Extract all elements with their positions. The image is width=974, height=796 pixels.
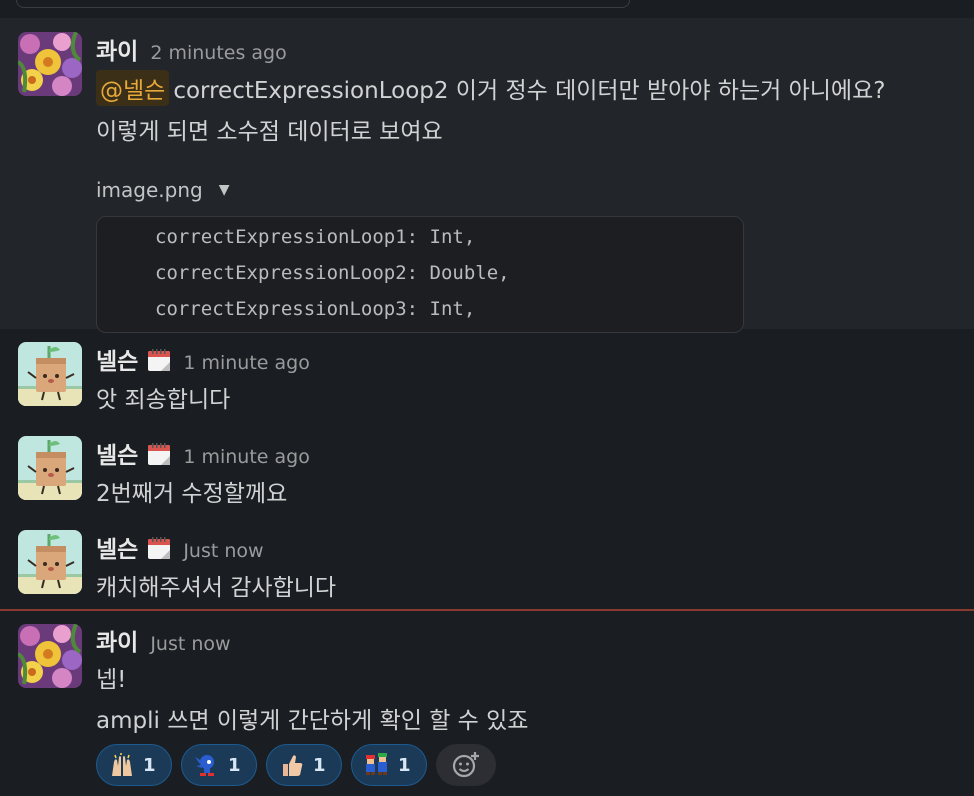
author-name[interactable]: 넬슨 bbox=[96, 342, 138, 376]
add-emoji-icon bbox=[452, 752, 479, 778]
timestamp[interactable]: 1 minute ago bbox=[183, 446, 310, 468]
mario-luigi-icon bbox=[366, 753, 387, 775]
reaction-raised-hands[interactable]: 1 bbox=[96, 744, 172, 786]
message-item[interactable]: 넬슨 1 minute ago 앗 죄송합니다 bbox=[0, 330, 974, 424]
timestamp[interactable]: Just now bbox=[150, 633, 230, 655]
reaction-count: 1 bbox=[228, 754, 241, 776]
avatar-image bbox=[18, 436, 82, 500]
message-text-line: correctExpressionLoop2 이거 정수 데이터만 받아야 하는… bbox=[173, 78, 886, 104]
avatar[interactable] bbox=[18, 436, 82, 500]
avatar-image bbox=[18, 342, 82, 406]
avatar[interactable] bbox=[18, 530, 82, 594]
reaction-count: 1 bbox=[313, 754, 326, 776]
reaction-count: 1 bbox=[143, 754, 156, 776]
code-line: correctExpressionLoop2: Double, bbox=[155, 262, 510, 284]
avatar[interactable] bbox=[18, 32, 82, 96]
message-text: @넬슨 correctExpressionLoop2 이거 정수 데이터만 받아야… bbox=[96, 70, 885, 106]
message-text-line: 넵! bbox=[96, 667, 127, 693]
thumbs-up-icon bbox=[283, 755, 303, 776]
code-line: correctExpressionLoop1: Int, bbox=[155, 226, 476, 248]
message-item[interactable]: 콰이 2 minutes ago @넬슨 correctExpressionLoo… bbox=[0, 18, 974, 333]
reaction-sonic[interactable]: 1 bbox=[181, 744, 257, 786]
avatar-image bbox=[18, 530, 82, 594]
add-reaction-button[interactable] bbox=[436, 744, 496, 786]
message-text-line: ampli 쓰면 이렇게 간단하게 확인 할 수 있죠 bbox=[96, 708, 529, 734]
avatar[interactable] bbox=[18, 624, 82, 688]
reaction-mario-luigi[interactable]: 1 bbox=[351, 744, 427, 786]
sonic-icon bbox=[195, 755, 214, 776]
raised-hands-icon bbox=[112, 753, 132, 776]
calendar-status-icon bbox=[147, 442, 171, 466]
message-text-line: 이렇게 되면 소수점 데이터로 보여요 bbox=[96, 119, 443, 145]
avatar-image bbox=[18, 32, 82, 96]
file-header[interactable]: image.png ▼ bbox=[96, 178, 230, 202]
message-item[interactable]: 넬슨 Just now 캐치해주셔서 감사합니다 bbox=[0, 518, 974, 608]
timestamp[interactable]: Just now bbox=[183, 540, 263, 562]
chevron-down-icon[interactable]: ▼ bbox=[219, 182, 230, 198]
message-item[interactable]: 넬슨 1 minute ago 2번째거 수정할께요 bbox=[0, 424, 974, 518]
message-text-line: 앗 죄송합니다 bbox=[96, 387, 231, 413]
author-name[interactable]: 넬슨 bbox=[96, 530, 138, 564]
reaction-thumbs-up[interactable]: 1 bbox=[266, 744, 342, 786]
timestamp[interactable]: 2 minutes ago bbox=[150, 42, 286, 64]
code-line: correctExpressionLoop3: Int, bbox=[155, 298, 476, 320]
message-text-line: 2번째거 수정할께요 bbox=[96, 481, 288, 507]
user-mention[interactable]: @넬슨 bbox=[96, 70, 170, 106]
avatar[interactable] bbox=[18, 342, 82, 406]
message-text-line: 캐치해주셔서 감사합니다 bbox=[96, 575, 337, 601]
reaction-count: 1 bbox=[398, 754, 411, 776]
timestamp[interactable]: 1 minute ago bbox=[183, 352, 310, 374]
avatar-image bbox=[18, 624, 82, 688]
calendar-status-icon bbox=[147, 536, 171, 560]
reactions-bar: 1 1 1 1 bbox=[96, 744, 496, 786]
file-name[interactable]: image.png bbox=[96, 178, 203, 202]
author-name[interactable]: 콰이 bbox=[96, 623, 138, 657]
author-name[interactable]: 콰이 bbox=[96, 32, 138, 66]
previous-message-box bbox=[16, 0, 630, 8]
author-name[interactable]: 넬슨 bbox=[96, 436, 138, 470]
image-attachment[interactable]: correctExpressionLoop1: Int, correctExpr… bbox=[96, 216, 744, 333]
calendar-status-icon bbox=[147, 348, 171, 372]
